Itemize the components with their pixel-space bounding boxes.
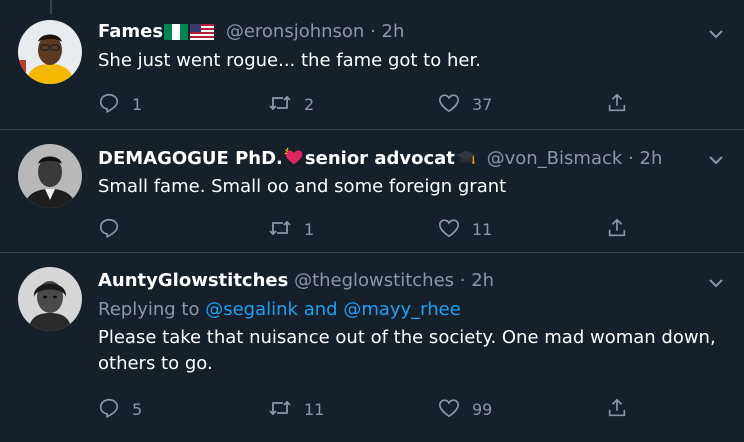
retweet-icon: [268, 217, 292, 243]
tweet-actions: 1 11: [98, 217, 638, 241]
tweet-text: Please take that nuisance out of the soc…: [98, 327, 716, 374]
separator-dot: ·: [370, 21, 376, 42]
heart-icon: [438, 92, 460, 118]
like-count: 99: [472, 400, 493, 419]
heart-icon: [438, 397, 460, 423]
separator-dot: ·: [459, 270, 466, 291]
like-count: 37: [472, 95, 493, 114]
replying-and[interactable]: and: [304, 299, 338, 320]
retweet-count: 1: [304, 220, 315, 239]
heart-icon: [438, 217, 460, 243]
retweet-button[interactable]: 2: [268, 92, 314, 118]
share-icon: [606, 217, 628, 243]
usa-flag-icon: [190, 23, 215, 47]
tweet-feed: Fames @eronsjohnson · 2h She just went r…: [0, 0, 744, 442]
reply-count: 1: [132, 95, 143, 114]
tweet[interactable]: DEMAGOGUE PhD. senior advocat @von_Bismac…: [0, 130, 744, 253]
tweet-text: Small fame. Small oo and some foreign gr…: [98, 176, 507, 197]
chevron-down-icon[interactable]: [706, 273, 726, 293]
timestamp[interactable]: 2h: [382, 21, 405, 42]
retweet-button[interactable]: 11: [268, 397, 324, 423]
tweet[interactable]: Fames @eronsjohnson · 2h She just went r…: [0, 0, 744, 130]
user-handle[interactable]: @theglowstitches: [294, 270, 454, 291]
replying-to-label: Replying to: [98, 299, 200, 320]
revolving-hearts-icon: [283, 146, 305, 175]
nigeria-flag-icon: [164, 23, 189, 47]
like-button[interactable]: 37: [438, 92, 492, 118]
chevron-down-icon[interactable]: [706, 24, 726, 44]
display-name[interactable]: AuntyGlowstitches: [98, 270, 288, 291]
like-count: 11: [472, 220, 493, 239]
timestamp[interactable]: 2h: [471, 270, 494, 291]
like-button[interactable]: 11: [438, 217, 492, 243]
reply-icon: [98, 217, 120, 243]
share-icon: [606, 397, 628, 423]
graduation-cap-icon: [455, 146, 477, 175]
retweet-icon: [268, 92, 292, 118]
reply-count: 5: [132, 400, 143, 419]
retweet-count: 2: [304, 95, 315, 114]
timestamp[interactable]: 2h: [640, 148, 663, 169]
avatar[interactable]: [18, 144, 82, 208]
avatar[interactable]: [18, 20, 82, 84]
chevron-down-icon[interactable]: [706, 150, 726, 170]
mention-link[interactable]: @segalink: [205, 299, 298, 320]
retweet-icon: [268, 397, 292, 423]
user-handle[interactable]: @von_Bismack: [487, 148, 623, 169]
separator-dot: ·: [628, 148, 634, 169]
reply-button[interactable]: 1: [98, 92, 142, 118]
reply-button[interactable]: 5: [98, 397, 142, 423]
display-name-suffix[interactable]: senior advocat: [305, 148, 455, 169]
display-name[interactable]: Fames: [98, 21, 163, 42]
user-handle[interactable]: @eronsjohnson: [226, 21, 365, 42]
display-name[interactable]: DEMAGOGUE PhD.: [98, 148, 283, 169]
share-button[interactable]: [606, 397, 628, 423]
tweet-actions: 5 11 99: [98, 397, 638, 421]
replying-to: Replying to @segalink and @mayy_rhee: [98, 297, 720, 323]
reply-icon: [98, 92, 120, 118]
share-button[interactable]: [606, 92, 628, 118]
retweet-count: 11: [304, 400, 325, 419]
reply-icon: [98, 397, 120, 423]
tweet[interactable]: AuntyGlowstitches @theglowstitches · 2h …: [0, 253, 744, 442]
mention-link[interactable]: @mayy_rhee: [343, 299, 461, 320]
tweet-text: She just went rogue... the fame got to h…: [98, 50, 481, 71]
share-button[interactable]: [606, 217, 628, 243]
tweet-actions: 1 2 37: [98, 92, 638, 116]
like-button[interactable]: 99: [438, 397, 492, 423]
avatar[interactable]: [18, 267, 82, 331]
share-icon: [606, 92, 628, 118]
retweet-button[interactable]: 1: [268, 217, 314, 243]
reply-button[interactable]: [98, 217, 132, 243]
